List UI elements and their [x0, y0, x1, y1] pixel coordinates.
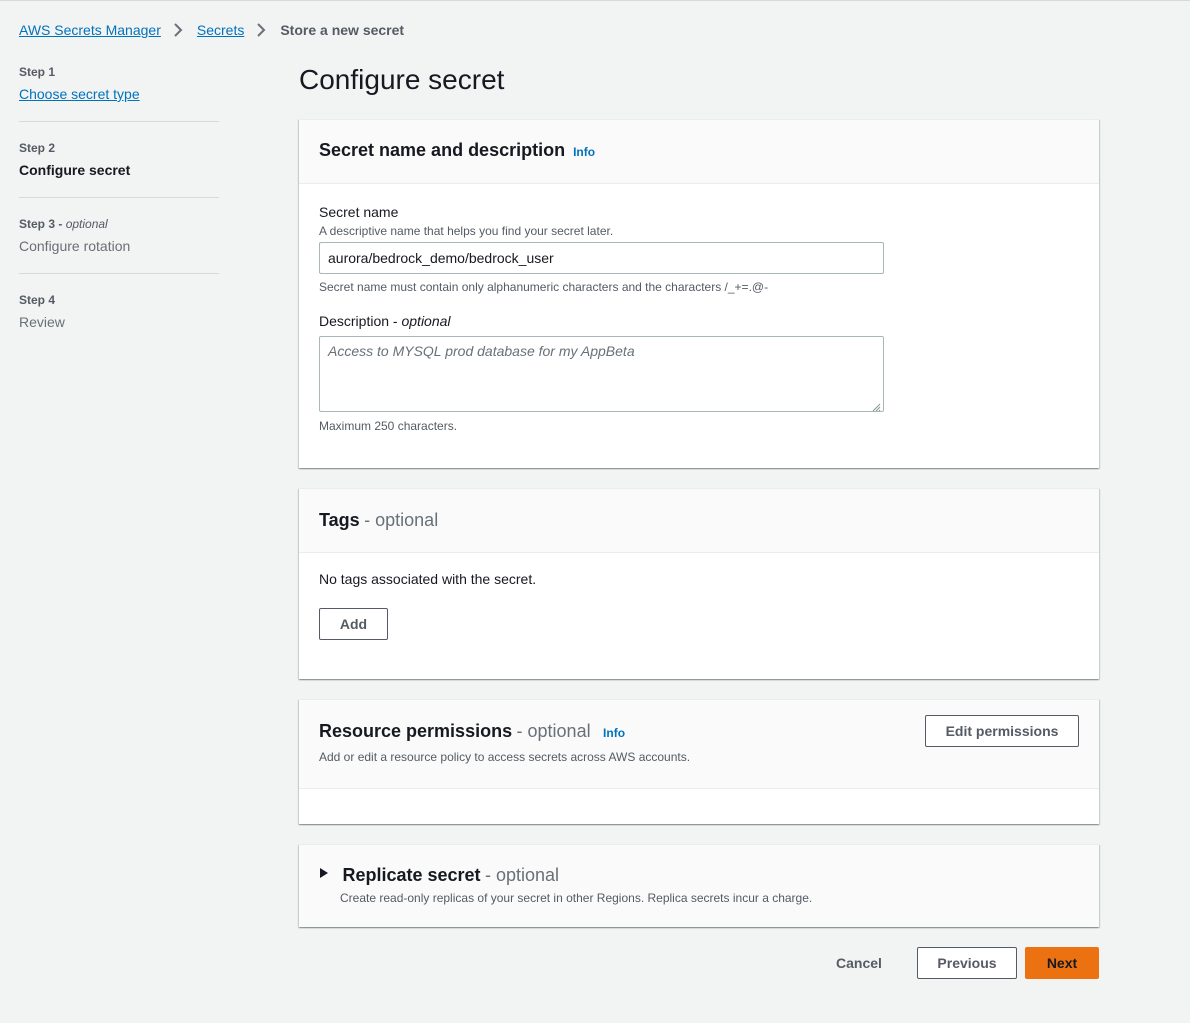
description-label: Description - optional [319, 313, 451, 329]
top-border [0, 0, 1190, 1]
tags-panel: Tags - optional No tags associated with … [299, 488, 1099, 679]
panel-header[interactable]: Replicate secret - optional Create read-… [299, 845, 1099, 927]
add-tag-button[interactable]: Add [319, 608, 388, 640]
step-title-configure-rotation: Configure rotation [19, 238, 131, 254]
optional-label: - optional [484, 865, 560, 885]
step-label: Step 4 [19, 293, 56, 307]
previous-button[interactable]: Previous [917, 947, 1017, 979]
optional-label: - optional [516, 721, 591, 741]
permissions-description: Add or edit a resource policy to access … [319, 750, 691, 764]
step-link-choose-secret-type[interactable]: Choose secret type [19, 84, 219, 104]
panel-title: Replicate secret [342, 865, 481, 885]
breadcrumb-secrets-manager[interactable]: AWS Secrets Manager [19, 22, 161, 38]
step-label: Step 2 [19, 141, 56, 155]
optional-label: - optional [364, 510, 439, 530]
footer-actions: Cancel Previous Next [817, 947, 1099, 979]
wizard-steps-nav: Step 1 Choose secret type Step 2 Configu… [19, 64, 219, 332]
page-title: Configure secret [299, 64, 505, 95]
description-placeholder: Access to MYSQL prod database for my App… [328, 343, 635, 359]
resize-grip-icon[interactable] [871, 399, 881, 412]
info-link[interactable]: Info [603, 726, 625, 740]
replicate-secret-panel[interactable]: Replicate secret - optional Create read-… [299, 844, 1099, 927]
breadcrumb: AWS Secrets Manager Secrets Store a new … [19, 22, 404, 38]
panel-header: Secret name and description Info [299, 120, 1099, 184]
breadcrumb-current: Store a new secret [280, 22, 405, 38]
wizard-step-3: Step 3 - optional Configure rotation [19, 216, 219, 256]
cancel-button[interactable]: Cancel [817, 947, 901, 979]
next-button[interactable]: Next [1025, 947, 1099, 979]
secret-name-input[interactable]: aurora/bedrock_demo/bedrock_user [319, 242, 884, 274]
panel-title: Resource permissions [319, 721, 513, 741]
divider [19, 121, 219, 122]
secret-name-panel: Secret name and description Info Secret n… [299, 119, 1099, 468]
step-title-review: Review [19, 314, 65, 330]
replicate-description: Create read-only replicas of your secret… [340, 891, 813, 905]
step-label: Step 3 - optional [19, 217, 108, 231]
panel-body: Secret name A descriptive name that help… [299, 184, 1099, 434]
breadcrumb-secrets[interactable]: Secrets [197, 22, 244, 38]
panel-title: Tags [319, 510, 360, 530]
resource-permissions-panel: Resource permissions - optional Info Add… [299, 699, 1099, 824]
panel-title: Secret name and description [319, 140, 566, 160]
wizard-step-1: Step 1 Choose secret type [19, 64, 219, 104]
tags-empty-text: No tags associated with the secret. [319, 571, 537, 587]
wizard-step-4: Step 4 Review [19, 292, 219, 332]
chevron-right-icon [173, 22, 183, 38]
panel-header: Tags - optional [299, 489, 1099, 553]
divider [19, 273, 219, 274]
secret-name-constraint: Secret name must contain only alphanumer… [319, 280, 769, 294]
wizard-step-2: Step 2 Configure secret [19, 140, 219, 180]
caret-right-icon[interactable] [319, 866, 331, 884]
secret-name-description: A descriptive name that helps you find y… [319, 224, 614, 238]
description-constraint: Maximum 250 characters. [319, 419, 458, 433]
chevron-right-icon [256, 22, 266, 38]
description-textarea[interactable]: Access to MYSQL prod database for my App… [319, 336, 884, 412]
step-title-configure-secret: Configure secret [19, 162, 131, 178]
panel-body: No tags associated with the secret. Add [299, 553, 1099, 640]
divider [19, 197, 219, 198]
step-label: Step 1 [19, 65, 56, 79]
panel-header: Resource permissions - optional Info Add… [299, 700, 1099, 789]
info-link[interactable]: Info [573, 145, 595, 159]
edit-permissions-button[interactable]: Edit permissions [925, 715, 1079, 747]
secret-name-label: Secret name [319, 204, 399, 220]
